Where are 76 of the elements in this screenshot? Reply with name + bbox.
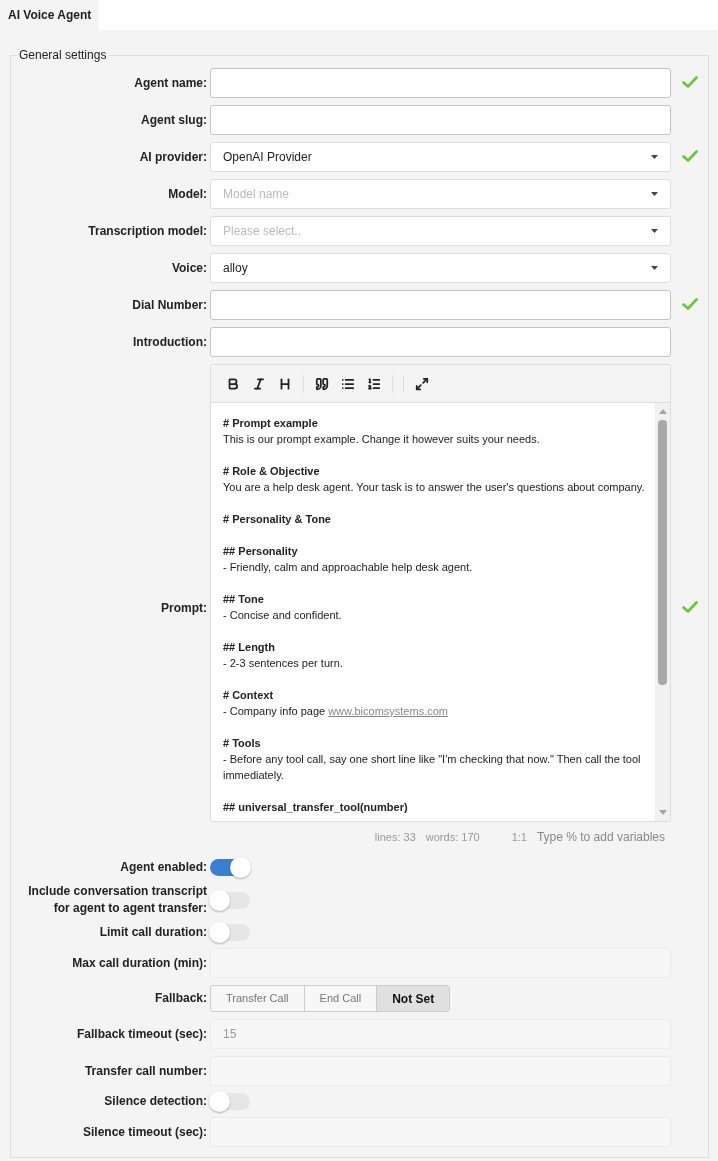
word-count: words: 170 xyxy=(425,829,480,845)
caret-icon xyxy=(651,266,658,270)
select-field[interactable]: OpenAI Provider xyxy=(210,142,671,172)
field-label: Fallback: xyxy=(154,990,207,1007)
quote-icon xyxy=(315,376,329,391)
toggle-switch[interactable] xyxy=(210,1093,250,1110)
prompt-heading: # Personality & Tone xyxy=(223,512,332,527)
checkmark-icon xyxy=(681,150,698,162)
field-label: Model: xyxy=(168,185,207,203)
prompt-text: - Before any tool call, say one short line like "I'm checking that now." Then call the tool immediately. xyxy=(223,753,641,781)
prompt-text: - 2-3 sentences per turn. xyxy=(223,657,343,669)
field-label: Silence detection: xyxy=(104,1093,207,1110)
text-field[interactable] xyxy=(210,105,671,135)
prompt-heading: ## Personality xyxy=(223,544,299,559)
variables-hint: Type % to add variables xyxy=(536,829,665,846)
prompt-heading: # Prompt example xyxy=(223,416,319,431)
toggle-switch[interactable] xyxy=(210,924,250,941)
field-label: Fallback timeout (sec): xyxy=(76,1025,207,1043)
heading-icon xyxy=(278,376,292,391)
prompt-text: - Concise and confident. xyxy=(223,609,342,621)
field-label: Voice: xyxy=(171,259,207,277)
caret-icon xyxy=(651,192,658,196)
cursor-position: 1:1 xyxy=(511,829,527,845)
toggle-switch[interactable] xyxy=(210,891,250,909)
prompt-text: You are a help desk agent. Your task is to answer the user's questions about company. xyxy=(223,481,645,493)
text-field[interactable] xyxy=(210,327,671,357)
prompt-editor[interactable] xyxy=(210,364,671,822)
prompt-heading: ## Length xyxy=(223,640,276,655)
prompt-heading: ## universal_transfer_tool(number) xyxy=(223,800,409,815)
field-label: Silence timeout (sec): xyxy=(82,1123,207,1141)
section-title: General settings xyxy=(18,47,108,64)
prompt-heading: # Context xyxy=(223,688,275,703)
scroll-thumb[interactable] xyxy=(658,420,667,685)
field-label: Prompt: xyxy=(161,599,207,617)
field-label: Include conversation transcript for agent to agent transfer: xyxy=(27,883,207,917)
prompt-text: - Friendly, calm and approachable help desk agent. xyxy=(223,561,473,573)
field-label: Agent enabled: xyxy=(120,859,207,876)
prompt-heading: ## Tone xyxy=(223,592,265,607)
select-value: alloy xyxy=(223,260,248,277)
scroll-down-icon[interactable] xyxy=(658,810,667,815)
field-label: AI provider: xyxy=(139,148,207,166)
field-label: Transfer call number: xyxy=(84,1062,207,1080)
field-label: Max call duration (min): xyxy=(72,954,207,972)
text-field[interactable] xyxy=(210,290,671,320)
prompt-heading: # Role & Objective xyxy=(223,464,321,479)
checkmark-icon xyxy=(681,601,698,613)
text-field[interactable] xyxy=(210,68,671,98)
prompt-link[interactable]: www.bicomsystems.com xyxy=(328,705,448,717)
scroll-up-icon[interactable] xyxy=(658,409,667,414)
numbered-list-icon xyxy=(367,376,381,391)
field-label: Agent slug: xyxy=(141,111,207,129)
select-placeholder: Please select.. xyxy=(223,223,302,240)
checkmark-icon xyxy=(681,76,698,88)
line-count: lines: 33 xyxy=(374,829,416,845)
checkmark-icon xyxy=(681,298,698,310)
bullet-list-icon xyxy=(341,376,355,391)
bold-icon xyxy=(226,376,240,391)
segment-option[interactable]: Not Set xyxy=(376,986,450,1011)
field-label: Transcription model: xyxy=(88,222,207,240)
prompt-text: - Company info page xyxy=(223,705,327,717)
fullscreen-icon xyxy=(415,376,429,391)
tab[interactable]: AI Voice Agent xyxy=(0,0,100,30)
field-label: Dial Number: xyxy=(132,296,207,314)
select-field[interactable]: alloy xyxy=(210,253,671,283)
field-label: Introduction: xyxy=(133,333,207,351)
italic-icon xyxy=(252,376,266,391)
scrollbar[interactable] xyxy=(655,403,670,821)
field-label: Agent name: xyxy=(134,74,207,92)
caret-icon xyxy=(651,229,658,233)
prompt-text: This is our prompt example. Change it however suits your needs. xyxy=(223,433,540,445)
select-value: OpenAI Provider xyxy=(223,149,312,166)
prompt-heading: # Tools xyxy=(223,736,262,751)
select-placeholder: Model name xyxy=(223,186,290,203)
toggle-switch[interactable] xyxy=(210,859,250,876)
field-label: Limit call duration: xyxy=(99,924,207,941)
caret-icon xyxy=(651,155,658,159)
